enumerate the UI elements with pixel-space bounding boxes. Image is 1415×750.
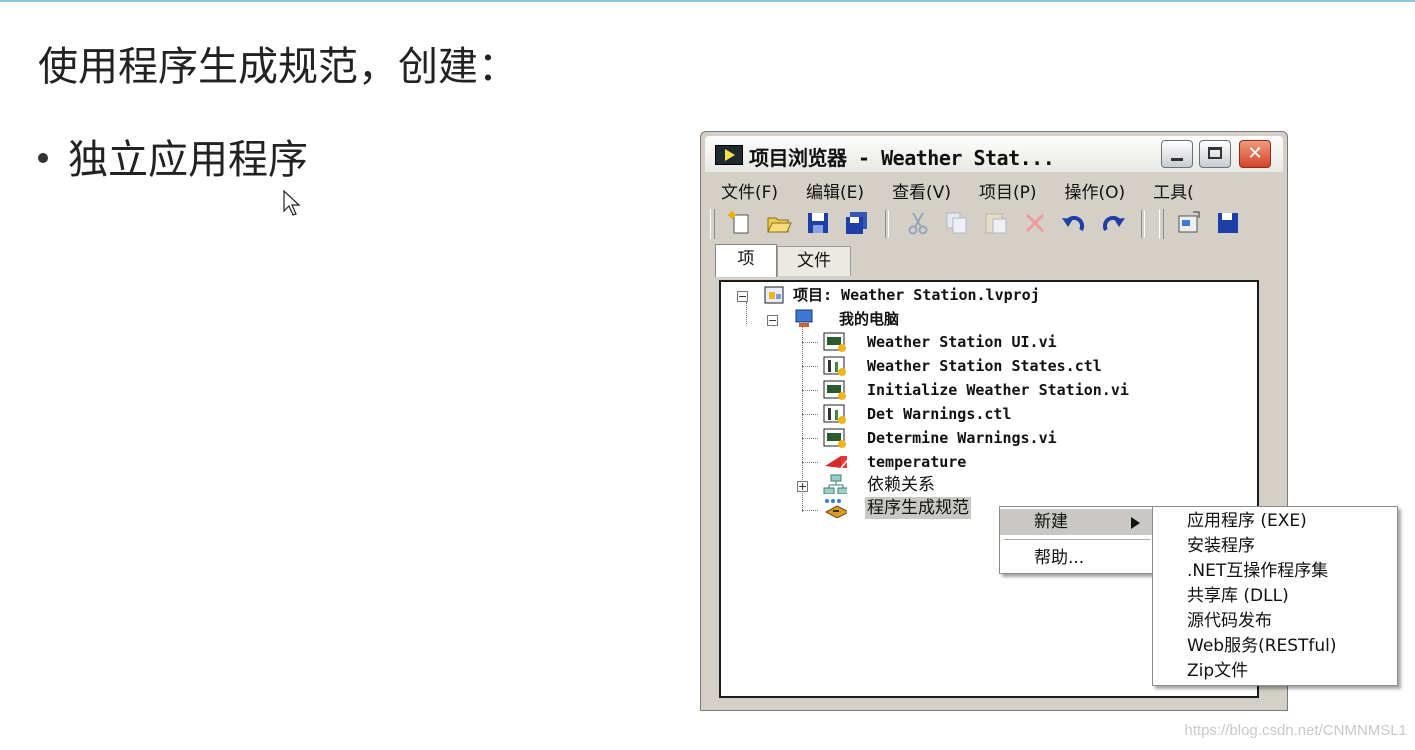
submenu-installer[interactable]: 安装程序 — [1153, 534, 1397, 559]
collapse-icon[interactable]: − — [767, 315, 778, 326]
submenu-dotnet-interop-assembly[interactable]: .NET互操作程序集 — [1153, 559, 1397, 584]
tree-connector — [802, 510, 818, 511]
submenu-web-service[interactable]: Web服务(RESTful) — [1153, 634, 1397, 659]
watermark: https://blog.csdn.net/CNMNMSL1 — [1184, 722, 1407, 739]
minimize-button[interactable] — [1161, 140, 1193, 168]
delete-icon[interactable] — [1021, 210, 1049, 238]
tree-connector — [802, 414, 818, 415]
open-folder-icon[interactable] — [765, 210, 793, 238]
tree-connector — [802, 438, 818, 439]
maximize-icon — [1208, 147, 1222, 159]
menu-view[interactable]: 查看(V) — [878, 176, 959, 203]
tree-build-specs-label[interactable]: 程序生成规范 — [865, 497, 971, 519]
computer-icon — [795, 309, 813, 327]
menu-edit[interactable]: 编辑(E) — [792, 176, 872, 203]
tree-item[interactable]: Determine Warnings.vi — [867, 427, 1057, 449]
save-all-icon[interactable] — [843, 210, 871, 238]
tree-project-label[interactable]: 项目: Weather Station.lvproj — [793, 284, 1040, 306]
labview-app-icon — [715, 145, 743, 165]
tree-connector — [746, 302, 747, 324]
context-menu: 新建 帮助... — [999, 506, 1155, 574]
tree-connector — [802, 342, 818, 343]
expand-icon[interactable]: + — [797, 481, 808, 492]
tree-connector — [802, 366, 818, 367]
variable-icon — [825, 456, 847, 469]
project-icon — [764, 286, 784, 304]
undo-icon[interactable] — [1060, 210, 1088, 238]
menu-file[interactable]: 文件(F) — [707, 176, 786, 203]
bullet-item: 独立应用程序 — [38, 127, 308, 185]
close-button[interactable]: ✕ — [1239, 140, 1271, 168]
minimize-icon — [1171, 158, 1183, 161]
submenu-source-distribution[interactable]: 源代码发布 — [1153, 609, 1397, 634]
copy-icon[interactable] — [943, 210, 971, 238]
build-icon[interactable] — [1175, 210, 1203, 238]
slide-top-line — [0, 0, 1415, 2]
tab-files[interactable]: 文件 — [777, 246, 851, 276]
window-titlebar[interactable]: 项目浏览器 - Weather Stat... ✕ — [705, 136, 1283, 172]
collapse-icon[interactable]: − — [737, 291, 748, 302]
toolbar-grip[interactable] — [710, 209, 715, 239]
tree-item[interactable]: temperature — [867, 451, 966, 473]
context-menu-new[interactable]: 新建 — [1000, 509, 1154, 535]
tree-item[interactable]: Initialize Weather Station.vi — [867, 379, 1129, 401]
ctl-icon — [823, 404, 846, 424]
tree-item[interactable]: Weather Station UI.vi — [867, 331, 1057, 353]
slide-title: 使用程序生成规范，创建： — [38, 44, 518, 90]
ctl-icon — [823, 356, 846, 376]
tree-connector — [802, 462, 818, 463]
bullet-dot-icon — [38, 153, 48, 163]
tree-dependencies-label[interactable]: 依赖关系 — [867, 474, 935, 496]
cut-icon[interactable] — [904, 210, 932, 238]
toolbar — [707, 206, 1279, 242]
mouse-cursor-icon — [283, 190, 301, 216]
menu-project[interactable]: 项目(P) — [965, 176, 1045, 203]
toolbar-separator — [885, 210, 890, 238]
context-menu-new-label: 新建 — [1034, 512, 1068, 532]
tree-connector — [802, 390, 818, 391]
tree-item[interactable]: Weather Station States.ctl — [867, 355, 1102, 377]
vi-icon — [823, 332, 846, 352]
vi-icon — [823, 428, 846, 448]
maximize-button[interactable] — [1199, 140, 1231, 168]
vi-icon — [823, 380, 846, 400]
redo-icon[interactable] — [1099, 210, 1127, 238]
save-project-icon[interactable] — [1214, 210, 1242, 238]
toolbar-grip[interactable] — [1159, 209, 1165, 239]
bullet-text: 独立应用程序 — [68, 137, 308, 183]
submenu-arrow-icon — [1131, 517, 1140, 529]
new-submenu: 应用程序 (EXE) 安装程序 .NET互操作程序集 共享库 (DLL) 源代码… — [1152, 506, 1398, 686]
save-icon[interactable] — [804, 210, 832, 238]
toolbar-separator — [1141, 210, 1146, 238]
submenu-zip-file[interactable]: Zip文件 — [1153, 659, 1397, 684]
submenu-application-exe[interactable]: 应用程序 (EXE) — [1153, 509, 1397, 534]
tab-items[interactable]: 项 — [715, 244, 777, 277]
paste-icon[interactable] — [982, 210, 1010, 238]
menu-bar: 文件(F) 编辑(E) 查看(V) 项目(P) 操作(O) 工具( — [707, 176, 1279, 204]
build-specs-icon — [824, 499, 847, 518]
tree-computer-label[interactable]: 我的电脑 — [839, 308, 899, 330]
close-icon: ✕ — [1247, 143, 1263, 164]
dependencies-icon — [823, 474, 847, 494]
tree-item[interactable]: Det Warnings.ctl — [867, 403, 1012, 425]
new-file-icon[interactable] — [726, 210, 754, 238]
window-title: 项目浏览器 - Weather Stat... — [749, 146, 1055, 170]
context-menu-help[interactable]: 帮助... — [1000, 545, 1154, 571]
menu-separator — [1004, 539, 1150, 540]
menu-operate[interactable]: 操作(O) — [1051, 176, 1134, 203]
submenu-shared-library-dll[interactable]: 共享库 (DLL) — [1153, 584, 1397, 609]
menu-tools[interactable]: 工具( — [1139, 176, 1202, 203]
